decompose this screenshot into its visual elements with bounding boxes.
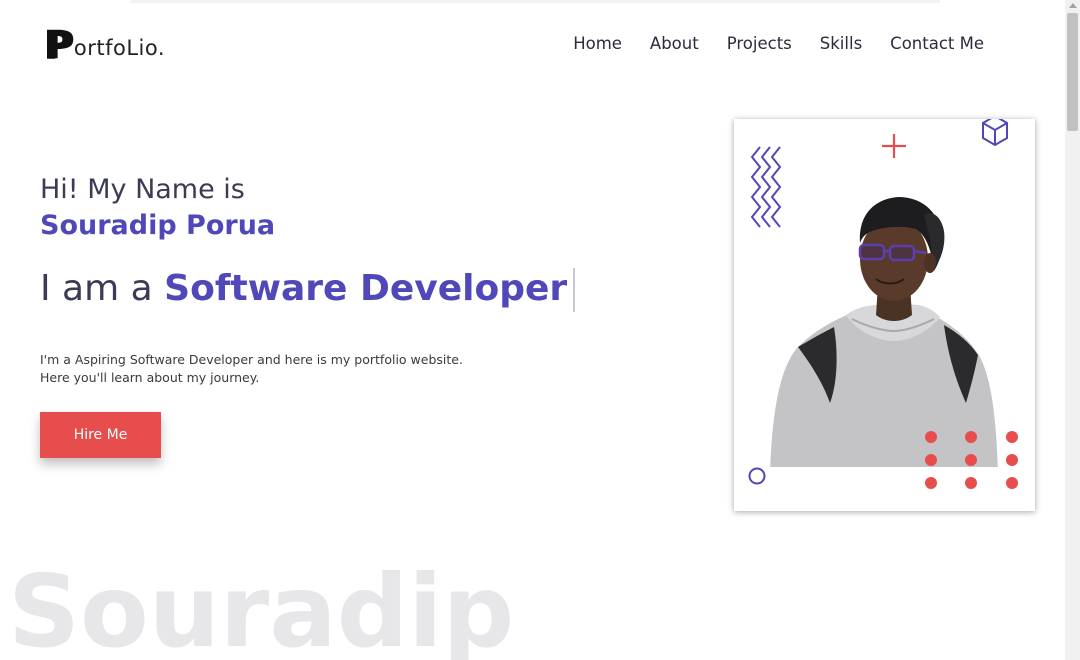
hero-name: Souradip Porua [40,210,276,241]
role-prefix: I am a [40,268,153,309]
zigzag-decoration [750,146,782,228]
cube-icon [982,119,1008,147]
role-text: Software Developer [164,268,568,309]
profile-card [734,119,1035,511]
hire-me-button[interactable]: Hire Me [40,412,161,458]
profile-illustration [748,119,1018,489]
nav-projects[interactable]: Projects [727,34,792,53]
logo-text: ortfoLio. [73,36,166,60]
description-line: I'm a Aspiring Software Developer and he… [40,352,463,367]
hero-description: I'm a Aspiring Software Developer and he… [40,351,463,387]
plus-decoration [882,134,906,158]
top-divider [130,0,940,3]
logo-letter: P [44,23,73,67]
person-photo [770,197,1000,473]
page: P ortfoLio. Home About Projects Skills C… [0,0,1080,660]
site-logo[interactable]: P ortfoLio. [44,23,166,67]
nav-skills[interactable]: Skills [820,34,862,53]
hero-role-line: I am a Software Developer [40,268,575,312]
hero-greeting: Hi! My Name is [40,174,245,205]
nav-about[interactable]: About [650,34,699,53]
typing-cursor [573,268,575,312]
ring-decoration [748,467,766,485]
nav-contact[interactable]: Contact Me [890,34,984,53]
name-watermark: Souradip [8,553,515,660]
description-line: Here you'll learn about my journey. [40,370,260,385]
vertical-scrollbar[interactable] [1065,0,1080,660]
nav-home[interactable]: Home [573,34,622,53]
scroll-up-arrow-icon[interactable] [1069,3,1077,8]
main-nav: Home About Projects Skills Contact Me [573,34,984,53]
scrollbar-thumb[interactable] [1067,13,1078,131]
